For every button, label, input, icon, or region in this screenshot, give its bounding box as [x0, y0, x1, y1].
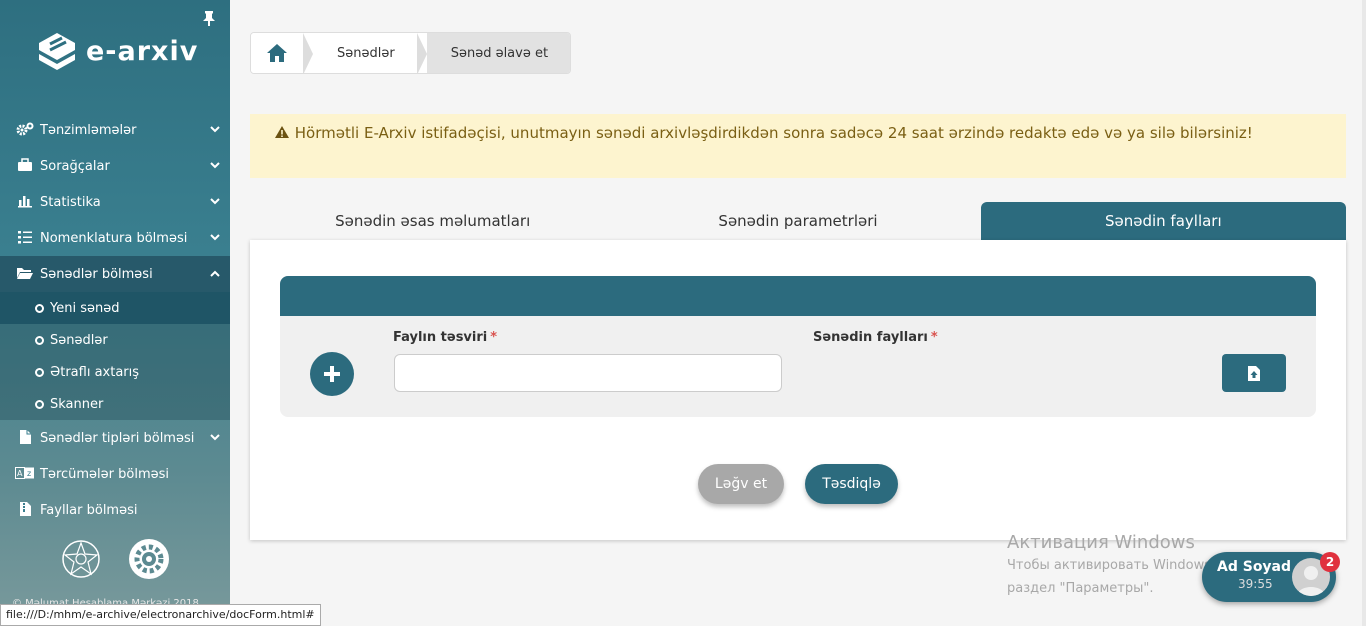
sidebar-item-statistics[interactable]: Statistika: [0, 184, 230, 220]
app-logo[interactable]: e-arxiv: [36, 30, 198, 72]
circle-icon: [35, 335, 44, 345]
sidebar-item-label: Statistika: [40, 194, 101, 210]
pin-icon[interactable]: [202, 10, 216, 30]
tab-parameters[interactable]: Sənədin parametrləri: [615, 202, 980, 240]
upload-file-button[interactable]: [1222, 354, 1286, 392]
sidebar-footer-icons: [60, 538, 170, 580]
bar-chart-icon: [15, 194, 35, 211]
sidebar: e-arxiv Tənzimləmələr Sorağçalar Statist…: [0, 0, 230, 626]
sidebar-item-label: Sorağçalar: [40, 158, 110, 174]
sidebar-subitem-advanced-search[interactable]: Ətraflı axtarış: [0, 356, 230, 388]
sidebar-item-label: Sənədlər tipləri bölməsi: [40, 430, 195, 446]
files-label: Sənədin faylları *: [813, 330, 938, 345]
emblem-icon: [62, 540, 100, 578]
sidebar-item-documents[interactable]: Sənədlər bölməsi: [0, 256, 230, 292]
files-panel: Faylın təsviri * Sənədin faylları * Ləğv e…: [250, 240, 1346, 540]
sidebar-item-files[interactable]: Fayllar bölməsi: [0, 492, 230, 528]
logo-text: e-arxiv: [86, 35, 199, 67]
breadcrumb-separator: [303, 33, 313, 73]
confirm-button[interactable]: Təsdiqlə: [805, 464, 898, 504]
circle-icon: [35, 367, 44, 377]
sidebar-subitem-label: Sənədlər: [50, 332, 108, 348]
file-entry-box: Faylın təsviri * Sənədin faylları *: [280, 276, 1316, 417]
user-session-chip[interactable]: Ad Soyad 39:55: [1202, 552, 1336, 602]
sidebar-item-label: Sənədlər bölməsi: [40, 266, 153, 282]
chevron-down-icon: [210, 125, 220, 136]
documents-submenu: Yeni sənəd Sənədlər Ətraflı axtarış Skan…: [0, 292, 230, 420]
breadcrumb-home[interactable]: [251, 33, 303, 73]
svg-text:A: A: [17, 469, 23, 478]
browser-status-bar: file:///D:/mhm/e-archive/electronarchive…: [0, 604, 321, 626]
gear-logo-icon: [129, 539, 169, 579]
chevron-down-icon: [210, 233, 220, 244]
user-name: Ad Soyad: [1217, 559, 1292, 575]
sidebar-subitem-label: Yeni sənəd: [50, 300, 120, 316]
required-mark: *: [490, 330, 498, 345]
circle-icon: [35, 303, 44, 313]
session-timer: 39:55: [1238, 577, 1273, 591]
sidebar-item-translations[interactable]: Az Tərcümələr bölməsi: [0, 456, 230, 492]
scrollbar[interactable]: [1362, 0, 1366, 626]
breadcrumb: Sənədlər Sənəd əlavə et: [250, 32, 572, 74]
sidebar-menu: Tənzimləmələr Sorağçalar Statistika Nome…: [0, 112, 230, 528]
breadcrumb-separator: [416, 33, 427, 73]
sidebar-item-label: Tənzimləmələr: [40, 122, 137, 138]
sidebar-item-nomenclature[interactable]: Nomenklatura bölməsi: [0, 220, 230, 256]
tab-main-info[interactable]: Sənədin əsas məlumatları: [250, 202, 615, 240]
warning-icon: [274, 124, 295, 142]
sidebar-item-label: Nomenklatura bölməsi: [40, 230, 188, 246]
tab-files[interactable]: Sənədin faylları: [980, 202, 1346, 240]
description-input[interactable]: [394, 354, 782, 392]
briefcase-icon: [15, 157, 35, 175]
warning-alert: Hörmətli E-Arxiv istifadəçisi, unutmayın…: [250, 114, 1346, 178]
plus-icon: [324, 366, 340, 382]
sidebar-item-label: Tərcümələr bölməsi: [40, 466, 169, 482]
chevron-down-icon: [210, 197, 220, 208]
breadcrumb-item-documents[interactable]: Sənədlər: [313, 33, 417, 73]
description-label-text: Faylın təsviri: [393, 330, 488, 345]
breadcrumb-item-add-document: Sənəd əlavə et: [426, 33, 571, 73]
sidebar-subitem-label: Ətraflı axtarış: [50, 364, 140, 380]
alert-text: Hörmətli E-Arxiv istifadəçisi, unutmayın…: [294, 124, 1253, 142]
chevron-down-icon: [210, 161, 220, 172]
svg-text:z: z: [27, 469, 31, 478]
translate-icon: Az: [15, 466, 35, 482]
circle-icon: [35, 399, 44, 409]
sidebar-subitem-new-document[interactable]: Yeni sənəd: [0, 292, 230, 324]
cogs-icon: [15, 122, 35, 139]
home-icon: [267, 44, 287, 62]
cancel-button[interactable]: Ləğv et: [698, 464, 784, 504]
required-mark: *: [930, 330, 938, 345]
watermark-title: Активация Windows: [1007, 532, 1195, 553]
document-tabs: Sənədin əsas məlumatları Sənədin paramet…: [250, 202, 1346, 240]
sidebar-item-label: Fayllar bölməsi: [40, 502, 138, 518]
folder-open-icon: [15, 266, 35, 283]
sidebar-subitem-documents[interactable]: Sənədlər: [0, 324, 230, 356]
sidebar-item-directories[interactable]: Sorağçalar: [0, 148, 230, 184]
list-icon: [15, 230, 35, 247]
sidebar-subitem-label: Skanner: [50, 396, 104, 412]
notification-badge[interactable]: 2: [1320, 552, 1340, 572]
files-label-text: Sənədin faylları: [813, 330, 928, 345]
sidebar-item-settings[interactable]: Tənzimləmələr: [0, 112, 230, 148]
add-file-button[interactable]: [310, 352, 354, 396]
chevron-down-icon: [210, 433, 220, 444]
file-icon: [15, 429, 35, 448]
file-zip-icon: [15, 501, 35, 520]
description-label: Faylın təsviri *: [393, 330, 497, 345]
sidebar-subitem-scanner[interactable]: Skanner: [0, 388, 230, 420]
logo-icon: [39, 33, 75, 70]
file-upload-icon: [1248, 365, 1260, 381]
file-box-header: [280, 276, 1316, 316]
sidebar-item-document-types[interactable]: Sənədlər tipləri bölməsi: [0, 420, 230, 456]
chevron-up-icon: [210, 269, 220, 280]
